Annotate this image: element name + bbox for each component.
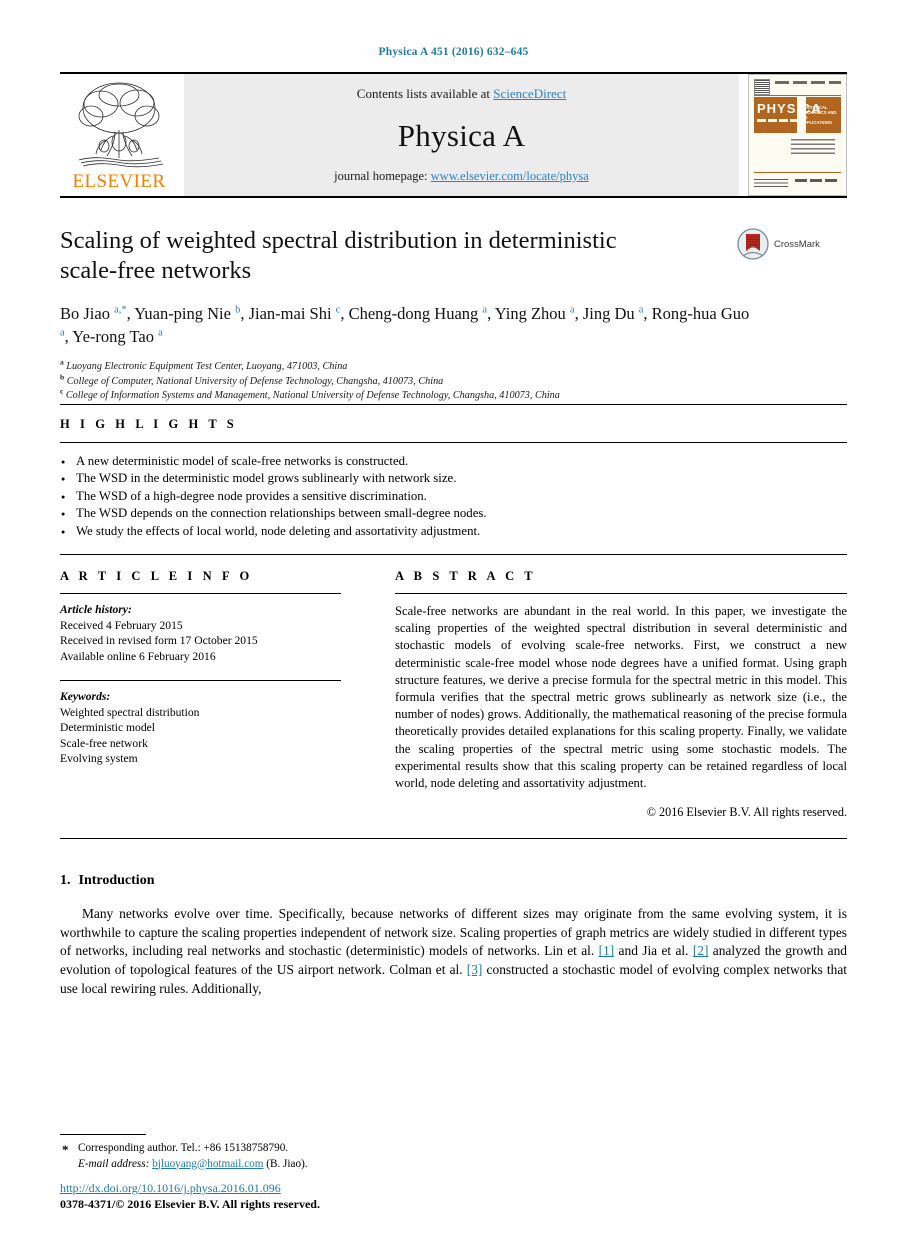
keywords-rule: [60, 680, 341, 681]
cover-header-text: [775, 81, 841, 84]
highlights-list: A new deterministic model of scale-free …: [60, 453, 847, 541]
citation-ref-3[interactable]: [3]: [467, 962, 483, 977]
email-address-label: E-mail address:: [78, 1157, 150, 1170]
highlights-bottom-rule: [60, 554, 847, 555]
journal-cover-block: PHYSICA STATISTICAL MECHANICS AND ITS AP…: [747, 74, 847, 196]
info-abstract-area: A R T I C L E I N F O Article history: R…: [60, 569, 847, 820]
crossmark-label: CrossMark: [774, 238, 820, 250]
affiliation-text: Luoyang Electronic Equipment Test Center…: [66, 361, 348, 372]
intro-text-2: and Jia et al.: [614, 943, 693, 959]
author-list: Bo Jiao a,*, Yuan-ping Nie b, Jian-mai S…: [60, 304, 750, 346]
cover-publisher-icon: [754, 79, 770, 95]
affiliation-text: College of Computer, National University…: [66, 375, 444, 387]
body-top-rule: [60, 838, 847, 840]
keyword-item: Deterministic model: [60, 721, 155, 734]
citation-ref-1[interactable]: [1]: [599, 943, 615, 958]
issn-copyright-line: 0378-4371/© 2016 Elsevier B.V. All right…: [60, 1197, 320, 1211]
cover-bottom-rule: [754, 172, 841, 173]
keywords-block: Keywords: Weighted spectral distribution…: [60, 680, 341, 767]
cover-journal-subtitle: STATISTICAL MECHANICS AND ITS APPLICATIO…: [801, 105, 837, 125]
affiliation-mark: c: [60, 386, 64, 396]
affiliation-mark: b: [60, 372, 65, 382]
cover-editor-list: [791, 139, 835, 157]
citation-ref-2[interactable]: [2]: [693, 943, 709, 958]
journal-homepage-link[interactable]: www.elsevier.com/locate/physa: [431, 169, 589, 183]
keyword-item: Weighted spectral distribution: [60, 705, 200, 719]
keyword-item: Evolving system: [60, 752, 138, 765]
title-column: Scaling of weighted spectral distributio…: [60, 226, 737, 286]
masthead-center: Contents lists available at ScienceDirec…: [184, 74, 739, 196]
cover-top-rule: [754, 95, 841, 96]
asterisk-icon: *: [62, 1142, 69, 1157]
highlights-heading: H I G H L I G H T S: [60, 416, 238, 431]
list-item: A new deterministic model of scale-free …: [60, 453, 847, 471]
abstract-column: A B S T R A C T Scale-free networks are …: [395, 569, 847, 820]
cover-caption-lines: [757, 119, 797, 122]
abstract-text: Scale-free networks are abundant in the …: [395, 604, 847, 791]
corresponding-author-text: Corresponding author. Tel.: +86 15138758…: [78, 1142, 289, 1154]
doi-link[interactable]: http://dx.doi.org/10.1016/j.physa.2016.0…: [60, 1181, 281, 1195]
email-owner: (B. Jiao).: [266, 1157, 308, 1170]
abstract-rule: [395, 593, 847, 594]
list-item: We study the effects of local world, nod…: [60, 523, 847, 541]
affiliation-item: b College of Computer, National Universi…: [60, 372, 847, 390]
email-link[interactable]: bjluoyang@hotmail.com: [152, 1158, 263, 1170]
introduction-paragraph: Many networks evolve over time. Specific…: [60, 905, 847, 998]
journal-cover-thumbnail: PHYSICA STATISTICAL MECHANICS AND ITS AP…: [748, 74, 847, 196]
journal-masthead: ELSEVIER Contents lists available at Sci…: [60, 74, 847, 196]
doi-line: http://dx.doi.org/10.1016/j.physa.2016.0…: [60, 1181, 847, 1196]
affiliation-list: a Luoyang Electronic Equipment Test Cent…: [60, 357, 847, 404]
cover-footer-text: [795, 179, 839, 182]
list-item: The WSD depends on the connection relati…: [60, 505, 847, 523]
highlights-under-rule: [60, 441, 847, 443]
section-title: Introduction: [78, 873, 155, 889]
list-item: The WSD of a high-degree node provides a…: [60, 488, 847, 506]
crossmark-badge[interactable]: CrossMark: [737, 226, 847, 260]
elsevier-wordmark: ELSEVIER: [72, 171, 166, 192]
article-history-block: Article history: Received 4 February 201…: [60, 602, 341, 664]
elsevier-tree-icon: [78, 82, 164, 168]
affiliation-item: c College of Information Systems and Man…: [60, 386, 847, 404]
contents-line: Contents lists available at ScienceDirec…: [357, 86, 566, 102]
article-history-label: Article history:: [60, 603, 132, 616]
article-info-column: A R T I C L E I N F O Article history: R…: [60, 569, 341, 820]
journal-title: Physica A: [397, 117, 526, 153]
title-area: Scaling of weighted spectral distributio…: [60, 198, 847, 286]
affiliation-mark: a: [60, 357, 64, 367]
history-item: Received in revised form 17 October 2015: [60, 634, 258, 647]
affiliation-text: College of Information Systems and Manag…: [65, 390, 560, 401]
sciencedirect-link[interactable]: ScienceDirect: [493, 86, 566, 101]
keyword-item: Scale-free network: [60, 736, 148, 750]
abstract-heading: A B S T R A C T: [395, 569, 537, 583]
article-first-page: Physica A 451 (2016) 632–645 ELSEVIER Co…: [0, 0, 907, 1238]
affiliation-item: a Luoyang Electronic Equipment Test Cent…: [60, 357, 847, 375]
crossmark-icon: [737, 228, 769, 260]
running-head: Physica A 451 (2016) 632–645: [378, 46, 529, 58]
history-item: Available online 6 February 2016: [60, 649, 216, 663]
footnote-rule: [60, 1134, 146, 1135]
list-item: The WSD in the deterministic model grows…: [60, 470, 847, 488]
keywords-label: Keywords:: [60, 690, 111, 703]
keywords-body: Keywords: Weighted spectral distribution…: [60, 689, 341, 767]
article-info-rule: [60, 593, 341, 594]
contents-prefix: Contents lists available at: [356, 86, 494, 101]
cover-footer-block: [754, 179, 788, 189]
page-title: Scaling of weighted spectral distributio…: [60, 227, 617, 284]
abstract-copyright: © 2016 Elsevier B.V. All rights reserved…: [646, 805, 847, 820]
article-info-heading: A R T I C L E I N F O: [60, 569, 253, 583]
homepage-prefix: journal homepage:: [334, 169, 431, 183]
section-heading-introduction: 1. Introduction: [60, 873, 847, 889]
highlights-top-rule: [60, 403, 847, 405]
corresponding-author-note: * Corresponding author. Tel.: +86 151387…: [60, 1141, 847, 1172]
history-item: Received 4 February 2015: [60, 618, 183, 632]
elsevier-logo-block: ELSEVIER: [60, 74, 178, 196]
homepage-line: journal homepage: www.elsevier.com/locat…: [334, 169, 589, 184]
section-number: 1.: [60, 873, 71, 889]
page-footer: * Corresponding author. Tel.: +86 151387…: [60, 1134, 847, 1212]
